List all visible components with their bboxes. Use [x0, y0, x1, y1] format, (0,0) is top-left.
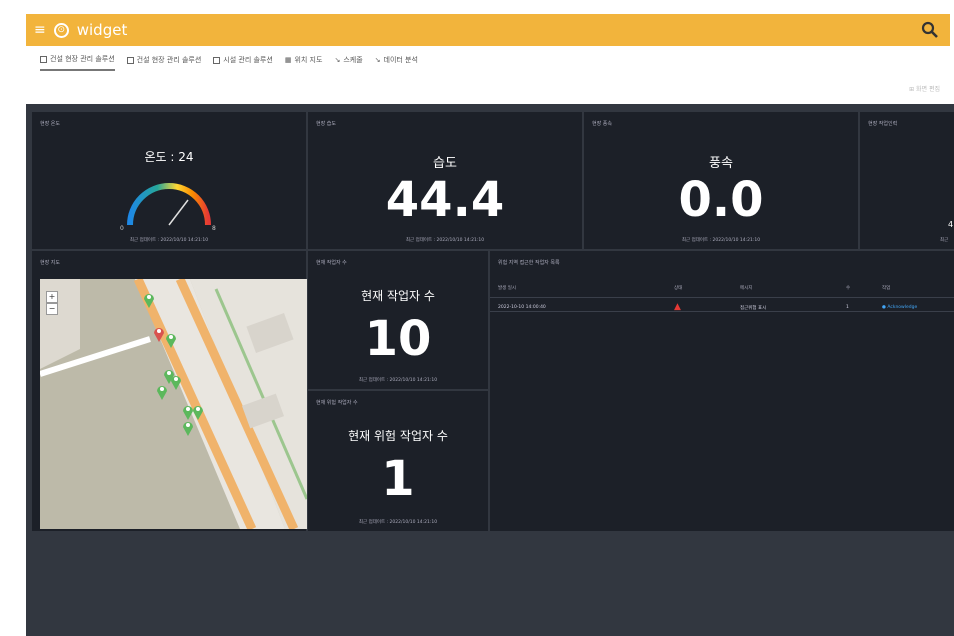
panel-footer: 최근 업데이트 : 2022/10/10 14:21:10 — [358, 378, 438, 383]
tab-label: 스케줄 — [343, 56, 363, 64]
acknowledge-label: Acknowledge — [887, 305, 918, 310]
column-header[interactable]: 발생 일시 — [498, 285, 674, 291]
humidity-label: 습도 — [433, 156, 457, 171]
zoom-out-button[interactable]: − — [46, 303, 58, 315]
edit-dashboard-link[interactable]: ⊞ 화면 편집 — [909, 84, 940, 93]
dashboard-icon — [213, 56, 221, 64]
panel-title: 현장 온도 — [40, 121, 60, 127]
map-pin-icon[interactable] — [182, 419, 194, 437]
map-pin-icon[interactable] — [156, 383, 168, 401]
tab-map[interactable]: ▦ 위치 지도 — [285, 54, 323, 71]
gauge-needle — [168, 199, 189, 226]
column-header[interactable]: 메시지 — [740, 285, 846, 291]
danger-workers-panel: 현재 위험 작업자 수 현재 위험 작업자 수 1 최근 업데이트 : 2022… — [308, 391, 488, 531]
panel-footer: 최근 업데이트 : 2022/10/10 14:21:10 — [681, 238, 761, 243]
column-header[interactable]: 상태 — [674, 285, 740, 291]
dashboard-tabs: 건설 현장 관리 솔루션 건설 현장 관리 솔루션 시설 관리 솔루션 ▦ 위치 … — [40, 54, 418, 71]
temperature-gauge: 0 8 — [120, 183, 216, 232]
panel-title: 위험 지역 접근한 작업자 목록 — [498, 260, 560, 266]
edit-dashboard-label: 화면 편집 — [916, 86, 940, 93]
divider — [490, 311, 954, 312]
workers-value: 10 — [364, 311, 432, 367]
site-map[interactable]: + − — [40, 279, 307, 529]
tab-label: 건설 현장 관리 솔루션 — [136, 56, 202, 64]
tab-facility[interactable]: 시설 관리 솔루션 — [213, 54, 273, 71]
cell-count: 1 — [846, 305, 849, 310]
map-panel: 현장 지도 + − — [32, 251, 307, 531]
panel-footer: 최근 업데이트 : 2022/10/10 14:21:10 — [358, 520, 438, 525]
map-pin-icon[interactable] — [165, 331, 177, 349]
tab-label: 위치 지도 — [294, 56, 323, 64]
workers-panel: 현재 작업자 수 현재 작업자 수 10 최근 업데이트 : 2022/10/1… — [308, 251, 488, 389]
wind-value: 0.0 — [678, 172, 764, 228]
panel-title: 현재 작업자 수 — [316, 260, 347, 266]
temperature-label: 온도 : 24 — [144, 150, 194, 164]
app-logo-icon[interactable]: ⊙ — [53, 22, 69, 38]
panel-title: 현장 습도 — [316, 121, 336, 127]
temperature-panel: 현장 온도 온도 : 24 0 8 최근 업데이트 : 2022/10/10 1… — [32, 112, 306, 249]
map-pin-icon[interactable] — [143, 291, 155, 309]
tab-schedule[interactable]: ↘ 스케줄 — [334, 54, 362, 71]
tab-label: 데이터 분석 — [383, 56, 418, 64]
map-pin-icon[interactable] — [170, 373, 182, 391]
panel-title: 현장 풍속 — [592, 121, 612, 127]
map-icon: ▦ — [284, 56, 292, 64]
danger-workers-value: 1 — [381, 451, 415, 507]
tab-construction-site-2[interactable]: 건설 현장 관리 솔루션 — [126, 54, 202, 71]
dashboard-icon — [126, 56, 134, 64]
edit-icon: ⊞ — [909, 86, 916, 93]
app-title: widget — [76, 21, 128, 39]
divider — [490, 297, 954, 298]
zoom-in-button[interactable]: + — [46, 291, 58, 303]
tab-label: 건설 현장 관리 솔루션 — [50, 55, 115, 63]
workforce-panel: 현장 작업인력 4 최근 — [860, 112, 954, 249]
tab-construction-site-1[interactable]: 건설 현장 관리 솔루션 — [40, 54, 115, 71]
panel-title: 현재 위험 작업자 수 — [316, 400, 358, 406]
wrench-icon: ↘ — [374, 56, 381, 64]
gauge-min: 0 — [120, 225, 124, 232]
gauge-max: 8 — [212, 225, 216, 232]
panel-footer: 최근 — [940, 238, 949, 243]
app-header: ≡ ⊙ widget — [26, 14, 950, 46]
wind-label: 풍속 — [709, 156, 733, 171]
panel-title: 현장 작업인력 — [868, 121, 898, 127]
panel-footer: 최근 업데이트 : 2022/10/10 14:21:10 — [129, 238, 209, 243]
humidity-panel: 현장 습도 습도 44.4 최근 업데이트 : 2022/10/10 14:21… — [308, 112, 582, 249]
panel-title: 현장 지도 — [40, 260, 60, 266]
hamburger-menu-icon[interactable]: ≡ — [34, 22, 46, 38]
column-header[interactable]: 수 — [846, 285, 882, 291]
map-pin-alert-icon[interactable] — [153, 325, 165, 343]
dashboard-area: 현장 온도 온도 : 24 0 8 최근 업데이트 : 2022/10/10 1… — [26, 104, 954, 636]
table-header: 발생 일시 상태 메시지 수 작업 — [498, 285, 954, 291]
cell-time: 2022-10-10 14:00:40 — [498, 305, 546, 310]
column-header[interactable]: 작업 — [882, 285, 942, 291]
wrench-icon: ↘ — [334, 56, 341, 64]
search-icon[interactable] — [920, 20, 940, 40]
events-panel: 위험 지역 접근한 작업자 목록 발생 일시 상태 메시지 수 작업 2022-… — [490, 251, 954, 531]
humidity-value: 44.4 — [385, 172, 505, 228]
wind-panel: 현장 풍속 풍속 0.0 최근 업데이트 : 2022/10/10 14:21:… — [584, 112, 858, 249]
workforce-value: 4 — [948, 220, 954, 229]
danger-workers-label: 현재 위험 작업자 수 — [348, 429, 448, 443]
cell-message: 접근위험 표시 — [740, 305, 767, 311]
panel-footer: 최근 업데이트 : 2022/10/10 14:21:10 — [405, 238, 485, 243]
acknowledge-link[interactable]: ● Acknowledge — [882, 305, 942, 310]
tab-label: 시설 관리 솔루션 — [223, 56, 273, 64]
workers-label: 현재 작업자 수 — [361, 289, 435, 303]
dashboard-icon — [40, 55, 47, 63]
tab-analysis[interactable]: ↘ 데이터 분석 — [375, 54, 418, 71]
map-canvas — [40, 279, 307, 529]
